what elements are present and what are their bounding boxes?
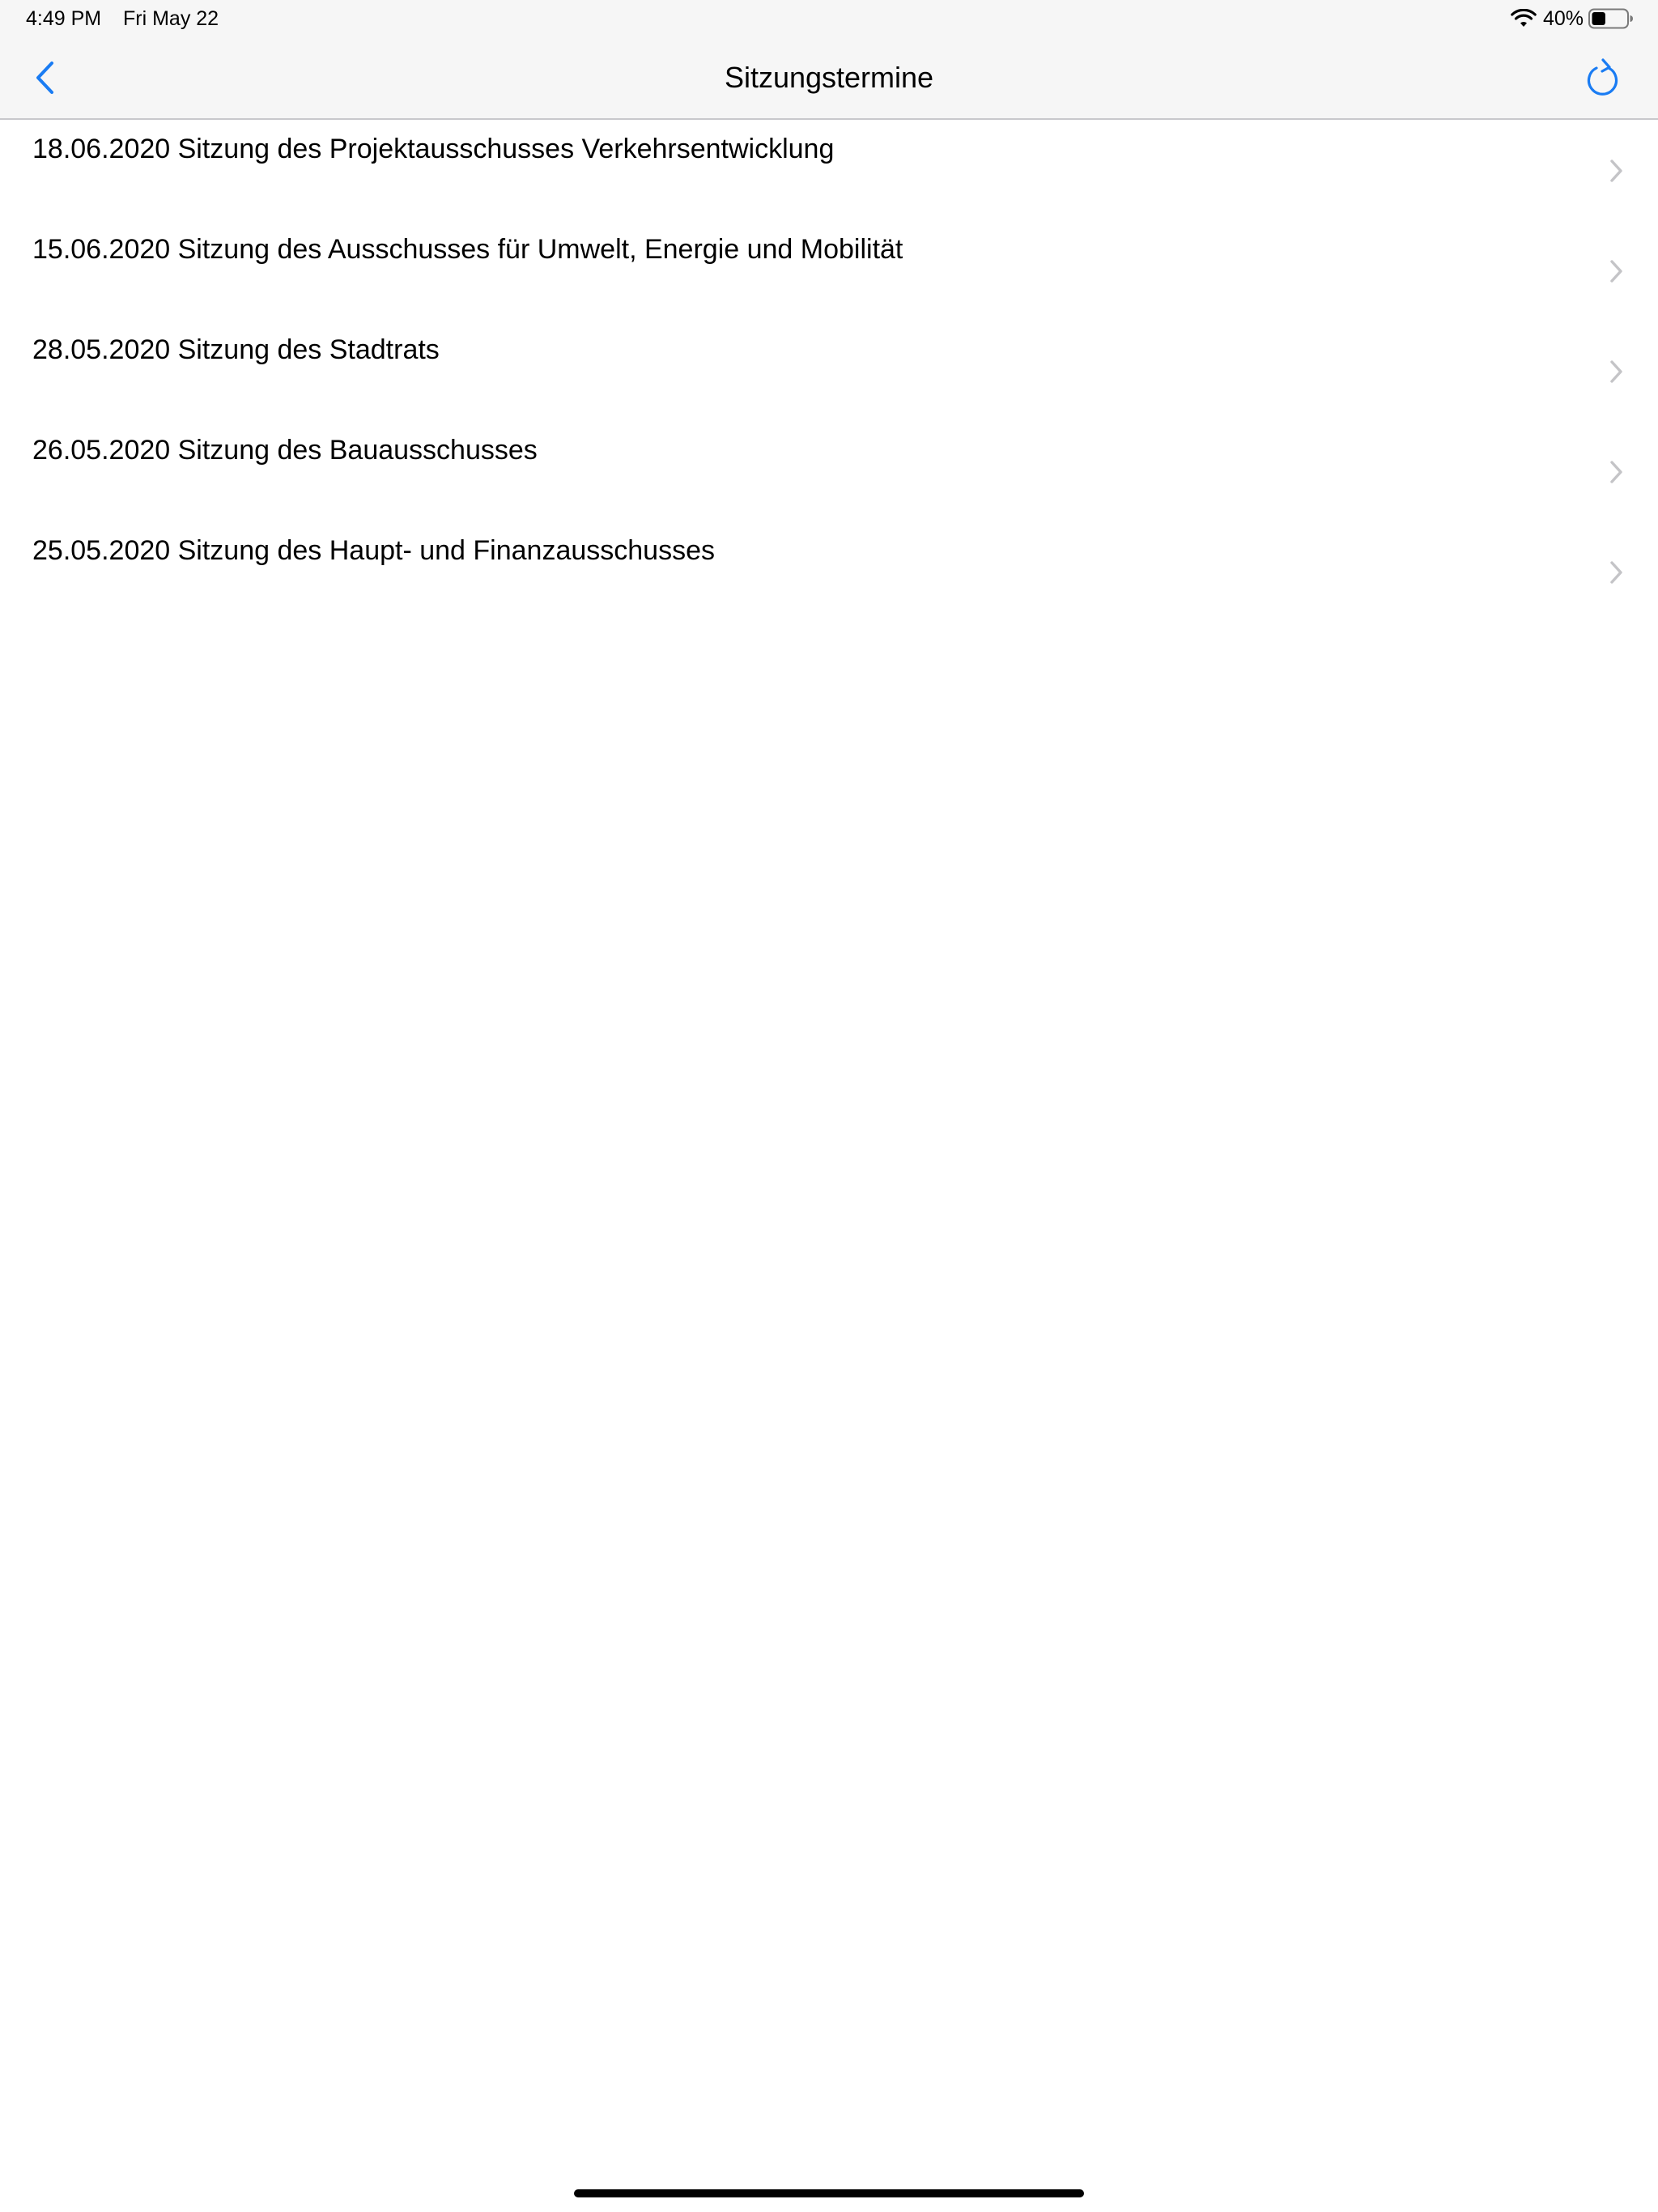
list-item-label: 25.05.2020 Sitzung des Haupt- und Finanz… [32,535,715,566]
status-bar: 4:49 PM Fri May 22 40% [0,0,1658,39]
home-indicator[interactable] [574,2189,1084,2197]
battery-percent: 40% [1542,7,1584,30]
status-date: Fri May 22 [123,7,219,30]
status-time: 4:49 PM [26,7,102,30]
list-item-label: 26.05.2020 Sitzung des Bauausschusses [32,435,538,466]
refresh-icon [1587,58,1618,96]
chevron-right-icon [1610,360,1622,383]
list-item[interactable]: 15.06.2020 Sitzung des Ausschusses für U… [0,220,1658,321]
list-item[interactable]: 18.06.2020 Sitzung des Projektausschusse… [0,120,1658,220]
chevron-right-icon [1610,461,1622,483]
list-item[interactable]: 26.05.2020 Sitzung des Bauausschusses [0,421,1658,521]
refresh-button[interactable] [1580,55,1626,100]
list-item-label: 28.05.2020 Sitzung des Stadtrats [32,334,440,365]
list-item[interactable]: 25.05.2020 Sitzung des Haupt- und Finanz… [0,521,1658,622]
status-indicators: 40% [1511,5,1634,32]
page-title: Sitzungstermine [724,61,934,94]
chevron-right-icon [1610,561,1622,584]
chevron-right-icon [1610,160,1622,182]
wifi-icon [1511,9,1537,27]
list-item-label: 18.06.2020 Sitzung des Projektausschusse… [32,134,835,164]
list-item[interactable]: 28.05.2020 Sitzung des Stadtrats [0,321,1658,421]
chevron-right-icon [1610,260,1622,283]
screen: 4:49 PM Fri May 22 40% Sitzungstermine 1… [0,0,1658,2212]
battery-icon [1588,8,1633,29]
meeting-list: 18.06.2020 Sitzung des Projektausschusse… [0,120,1658,622]
navigation-bar: Sitzungstermine [0,39,1658,118]
top-bar: 4:49 PM Fri May 22 40% Sitzungstermine [0,0,1658,120]
list-item-label: 15.06.2020 Sitzung des Ausschusses für U… [32,234,903,265]
